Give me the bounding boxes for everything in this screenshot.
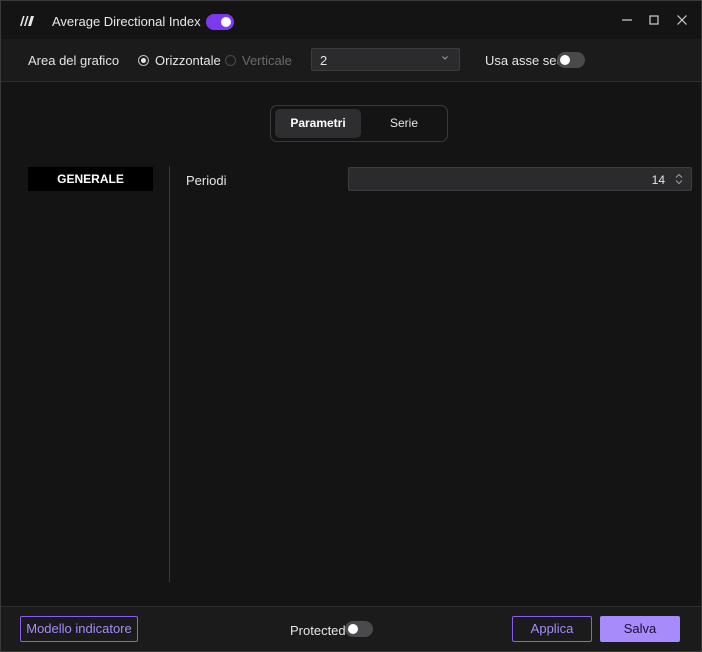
pane-select[interactable]: 2 [311,48,460,71]
toggle-knob [348,624,358,634]
radio-orizzontale-label[interactable]: Orizzontale [155,53,221,68]
tab-parametri[interactable]: Parametri [275,109,361,138]
indicator-enabled-toggle[interactable] [206,14,234,30]
chart-area-label: Area del grafico [28,53,120,68]
periodi-number-input[interactable]: 14 [348,167,692,191]
minimize-icon[interactable] [620,13,634,27]
protected-label: Protected [290,623,346,638]
radio-verticale-label: Verticale [242,53,292,68]
tab-serie[interactable]: Serie [363,109,445,138]
settings-tabs: Parametri Serie [270,105,448,142]
secondary-axis-toggle[interactable] [557,52,585,68]
sidebar-item-generale[interactable]: GENERALE [28,167,153,191]
vertical-divider [169,166,170,582]
indicator-settings-window: Average Directional Index Area del grafi… [0,0,702,652]
toggle-knob [560,55,570,65]
salva-button[interactable]: Salva [600,616,680,642]
radio-orizzontale[interactable] [138,55,149,66]
param-periodi-label: Periodi [186,173,227,188]
toggle-knob [221,17,231,27]
radio-verticale [225,55,236,66]
close-icon[interactable] [675,13,689,27]
title-bar: Average Directional Index [1,1,701,39]
periodi-value: 14 [651,173,665,187]
applica-button[interactable]: Applica [512,616,592,642]
maximize-icon[interactable] [647,13,661,27]
pane-select-value: 2 [320,53,328,68]
modello-indicatore-button[interactable]: Modello indicatore [20,616,138,642]
chevron-down-icon [442,56,448,60]
spinner-icon[interactable] [674,172,684,186]
app-logo-icon [20,16,34,26]
protected-toggle[interactable] [345,621,373,637]
secondary-axis-label: Usa asse sec. [485,53,567,68]
window-title: Average Directional Index [52,14,201,29]
